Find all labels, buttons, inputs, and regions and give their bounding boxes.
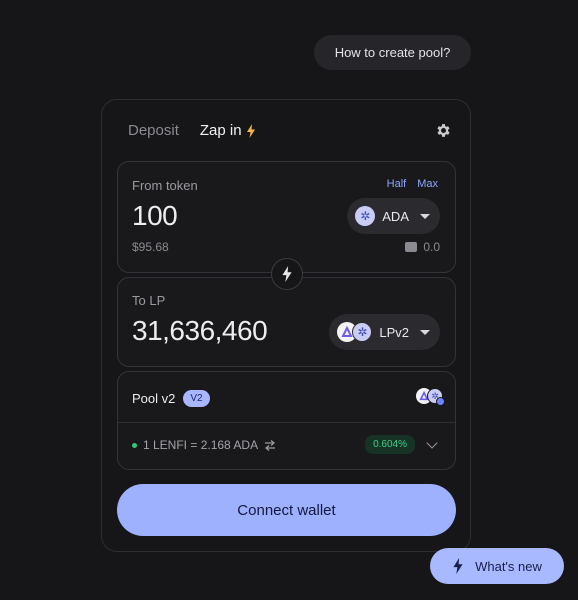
ada-token-icon: ✲ — [355, 206, 376, 226]
swap-arrows-icon[interactable] — [264, 439, 276, 451]
status-dot — [132, 442, 137, 448]
exchange-rate[interactable]: 1 LENFI = 2.168 ADA — [132, 438, 276, 452]
chevron-down-icon — [420, 213, 430, 219]
zap-panel: Deposit Zap in From token Half Max 100 ✲… — [101, 99, 471, 552]
zap-direction-button[interactable] — [271, 258, 303, 290]
from-token-box: From token Half Max 100 ✲ ADA $95.68 0.0 — [117, 161, 456, 273]
tab-zap-in[interactable]: Zap in — [200, 122, 256, 139]
to-lp-box: To LP 31,636,460 ✲ LPv2 — [117, 277, 456, 367]
divider — [118, 422, 455, 423]
tab-deposit[interactable]: Deposit — [128, 122, 179, 139]
lightning-icon — [282, 266, 292, 282]
from-balance-value: 0.0 — [423, 240, 440, 254]
from-token-selector[interactable]: ✲ ADA — [347, 198, 440, 234]
half-button[interactable]: Half — [387, 178, 407, 190]
lp-pair-icons: ✲ — [337, 322, 373, 342]
from-token-label: From token — [132, 178, 198, 193]
pool-version-badge: V2 — [183, 390, 210, 407]
tab-zap-in-label: Zap in — [199, 122, 242, 139]
chevron-down-icon — [420, 329, 430, 335]
how-to-create-pool-button[interactable]: How to create pool? — [314, 35, 471, 70]
whats-new-button[interactable]: What's new — [430, 548, 564, 584]
tab-bar: Deposit Zap in — [128, 122, 256, 139]
verified-icon — [436, 397, 445, 406]
exchange-rate-text: 1 LENFI = 2.168 ADA — [143, 438, 259, 452]
ada-token-icon: ✲ — [352, 322, 373, 342]
to-token-selector[interactable]: ✲ LPv2 — [329, 314, 440, 350]
from-usd-value: $95.68 — [132, 240, 169, 254]
to-token-symbol: LPv2 — [379, 324, 409, 340]
wallet-icon — [405, 242, 418, 252]
pool-title: Pool v2 — [132, 391, 176, 406]
ada-token-icon: ✲ — [427, 388, 445, 406]
connect-wallet-label: Connect wallet — [237, 501, 336, 519]
amount-shortcuts: Half Max — [387, 178, 438, 190]
whats-new-label: What's new — [475, 558, 542, 574]
lightning-icon — [453, 558, 463, 574]
pool-info-box: Pool v2 V2 ✲ 1 LENFI = 2.168 ADA 0.604% — [117, 371, 456, 470]
chevron-down-icon[interactable] — [426, 437, 438, 449]
lightning-icon — [246, 123, 255, 138]
help-label: How to create pool? — [334, 45, 451, 60]
from-balance: 0.0 — [405, 240, 440, 254]
pool-pair-icons: ✲ — [416, 388, 445, 406]
to-lp-label: To LP — [132, 293, 166, 308]
from-amount-input[interactable]: 100 — [132, 200, 178, 232]
apr-badge: 0.604% — [365, 435, 415, 454]
connect-wallet-button[interactable]: Connect wallet — [117, 484, 456, 536]
pool-header: Pool v2 V2 — [132, 390, 210, 407]
from-token-symbol: ADA — [382, 208, 409, 224]
to-lp-amount: 31,636,460 — [132, 315, 268, 346]
max-button[interactable]: Max — [417, 178, 438, 190]
gear-icon[interactable] — [435, 122, 452, 139]
